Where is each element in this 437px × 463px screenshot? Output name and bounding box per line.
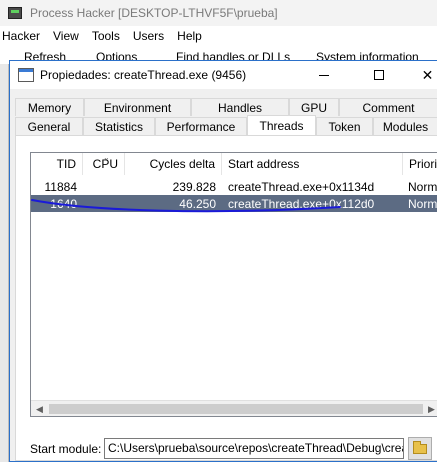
- background-menu-bar: Hacker View Tools Users Help: [0, 26, 437, 46]
- close-button[interactable]: ✕: [405, 61, 437, 89]
- column-header-cycles-delta[interactable]: Cycles delta: [125, 153, 222, 175]
- tab-general[interactable]: General: [15, 117, 83, 135]
- tab-statistics[interactable]: Statistics: [83, 117, 155, 135]
- maximize-icon: [373, 70, 384, 80]
- folder-icon: [413, 440, 427, 454]
- menu-users[interactable]: Users: [133, 29, 164, 43]
- thread-priority: Normal: [408, 196, 437, 211]
- tab-token[interactable]: Token: [316, 117, 373, 135]
- thread-cpu: [83, 195, 119, 212]
- thread-priority: Normal: [408, 179, 437, 194]
- dialog-icon: [18, 68, 34, 82]
- tab-performance[interactable]: Performance: [155, 117, 247, 135]
- minimize-icon: [318, 74, 329, 76]
- tab-comment[interactable]: Comment: [339, 98, 437, 116]
- tab-threads[interactable]: Threads: [247, 115, 316, 135]
- menu-view[interactable]: View: [53, 29, 79, 43]
- tab-modules[interactable]: Modules: [373, 117, 437, 135]
- minimize-button[interactable]: [301, 61, 346, 89]
- sort-indicator-icon: ⌄: [103, 153, 110, 162]
- menu-help[interactable]: Help: [177, 29, 202, 43]
- start-module-field[interactable]: C:\Users\prueba\source\repos\createThrea…: [104, 438, 404, 459]
- tab-memory[interactable]: Memory: [15, 98, 84, 116]
- properties-dialog: Propiedades: createThread.exe (9456) ✕ M…: [9, 60, 437, 462]
- thread-row-selected[interactable]: 1640 46.250 createThread.exe+0x112d0 Nor…: [31, 195, 437, 212]
- thread-cycles-delta: 239.828: [172, 179, 216, 194]
- thread-tid: 1640: [50, 196, 77, 211]
- close-icon: ✕: [421, 66, 434, 83]
- dialog-title-bar[interactable]: Propiedades: createThread.exe (9456) ✕: [10, 61, 437, 89]
- start-module-label: Start module:: [30, 442, 102, 456]
- thread-start-address: createThread.exe+0x112d0: [228, 196, 375, 211]
- scroll-left-icon[interactable]: ◀: [31, 401, 48, 416]
- threads-tab-panel: TID CPU ⌄ Cycles delta Start address Pri…: [15, 135, 437, 461]
- menu-hacker[interactable]: Hacker: [2, 29, 40, 43]
- thread-row[interactable]: 11884 239.828 createThread.exe+0x1134d N…: [31, 178, 437, 195]
- app-icon: [8, 7, 22, 19]
- background-window-edge: [0, 64, 9, 462]
- horizontal-scrollbar[interactable]: ◀ ▶: [31, 400, 437, 416]
- thread-cycles-delta: 46.250: [179, 196, 216, 211]
- background-title: Process Hacker [DESKTOP-LTHVF5F\prueba]: [30, 6, 278, 20]
- threads-list-header: TID CPU ⌄ Cycles delta Start address Pri…: [31, 153, 437, 175]
- threads-list[interactable]: TID CPU ⌄ Cycles delta Start address Pri…: [30, 152, 437, 417]
- dialog-title: Propiedades: createThread.exe (9456): [40, 68, 247, 82]
- thread-tid: 11884: [44, 179, 77, 194]
- column-header-start-address[interactable]: Start address: [222, 153, 403, 175]
- tab-handles[interactable]: Handles: [191, 98, 289, 116]
- background-title-bar: Process Hacker [DESKTOP-LTHVF5F\prueba]: [0, 0, 437, 26]
- maximize-button[interactable]: [356, 61, 401, 89]
- scroll-right-icon[interactable]: ▶: [423, 401, 437, 416]
- tab-environment[interactable]: Environment: [84, 98, 191, 116]
- thread-start-address: createThread.exe+0x1134d: [228, 179, 375, 194]
- column-header-priority[interactable]: Priority: [403, 153, 437, 175]
- tab-gpu[interactable]: GPU: [289, 98, 339, 116]
- open-file-location-button[interactable]: [408, 437, 432, 460]
- column-header-tid[interactable]: TID: [31, 153, 83, 175]
- menu-tools[interactable]: Tools: [92, 29, 120, 43]
- scrollbar-thumb[interactable]: [49, 404, 423, 414]
- thread-cpu: [83, 178, 119, 195]
